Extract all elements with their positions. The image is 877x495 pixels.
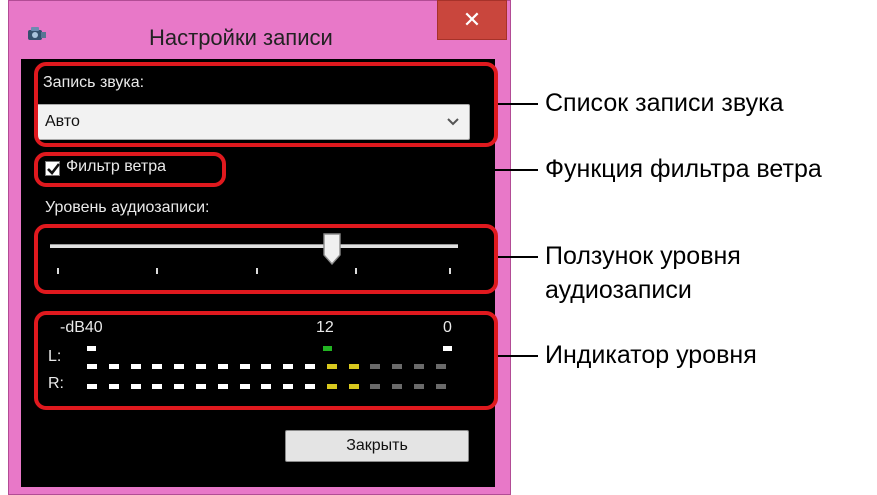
callout-leader-line [498,103,538,105]
callout-level-slider-line1: Ползунок уровня [545,242,741,270]
callout-leader-line [226,169,538,171]
highlight-level-meter [34,311,498,410]
callout-audio-list: Список записи звука [545,89,784,117]
highlight-wind-filter [34,152,226,187]
highlight-audio-recording [34,62,498,147]
highlight-level-slider [34,224,498,294]
callout-leader-line [498,355,538,357]
callout-wind-filter: Функция фильтра ветра [545,155,822,183]
app-icon [28,27,46,40]
window-title: Настройки записи [149,25,333,50]
callout-meter: Индикатор уровня [545,341,757,369]
close-icon: ✕ [462,7,482,32]
close-button[interactable]: Закрыть [285,430,469,462]
callout-leader-line [498,256,538,258]
window-close-button[interactable]: ✕ [437,0,507,40]
callout-level-slider-line2: аудиозаписи [545,276,692,304]
recording-level-label: Уровень аудиозаписи: [45,199,210,216]
